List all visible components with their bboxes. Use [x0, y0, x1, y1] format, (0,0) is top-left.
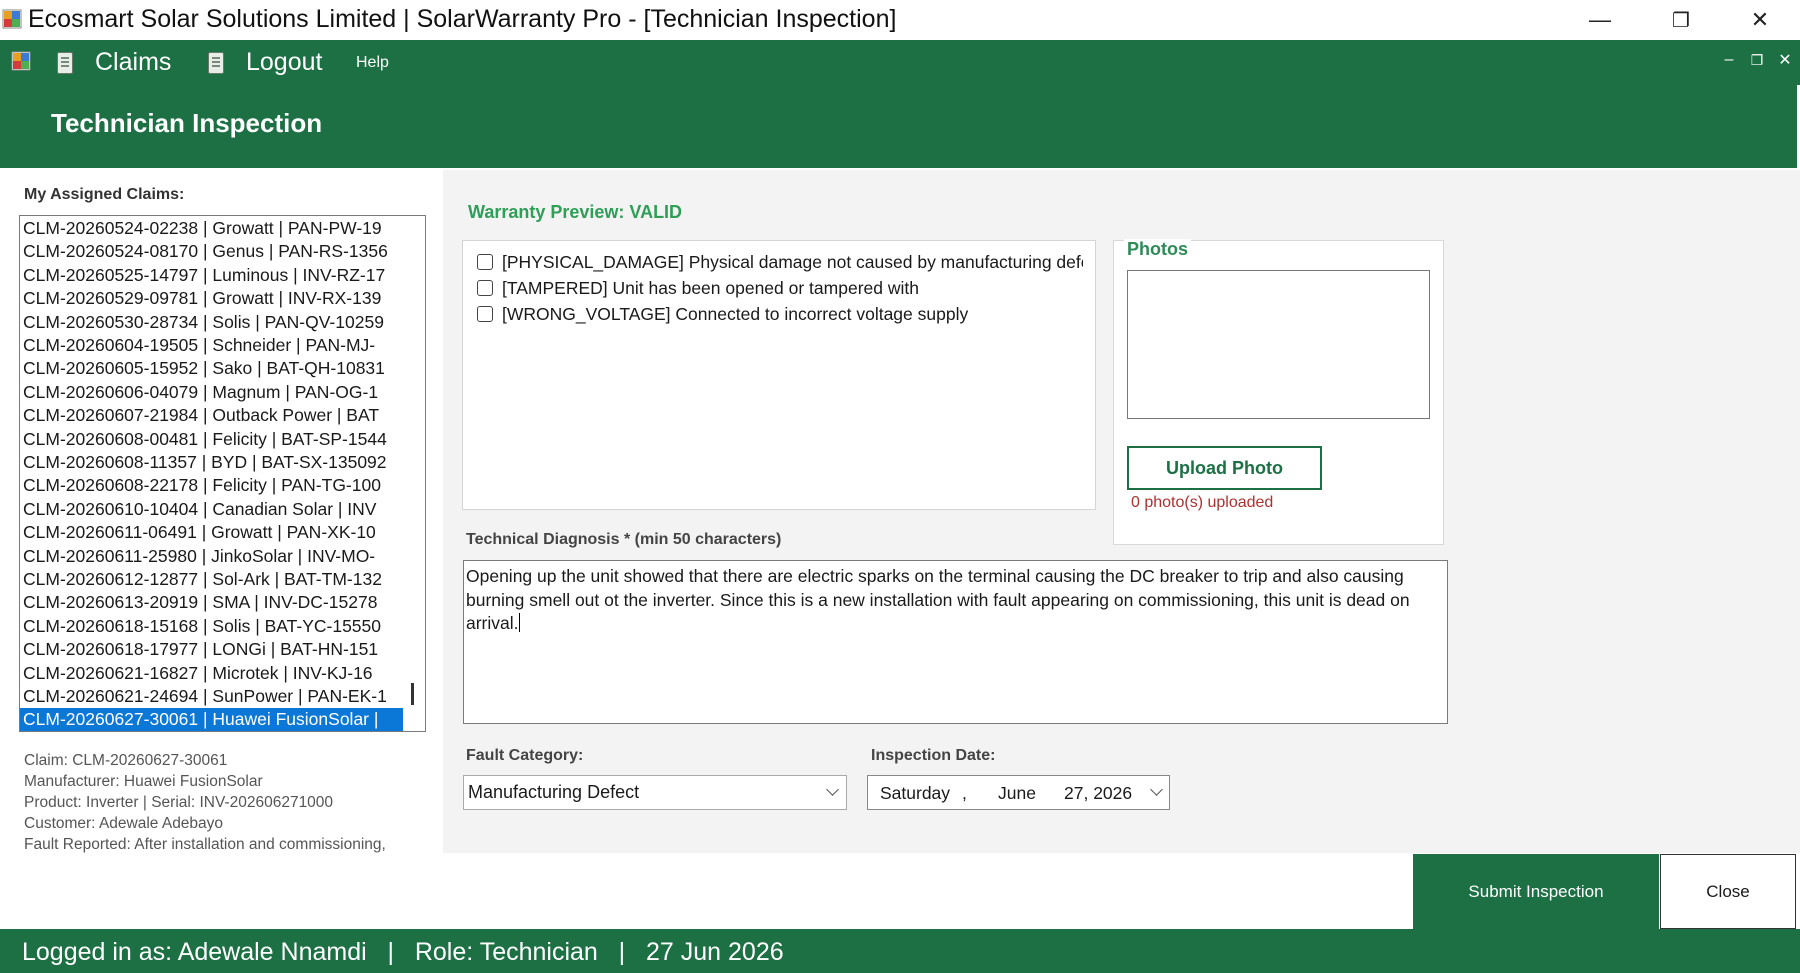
calendar-dropdown-icon[interactable]: [1150, 783, 1163, 796]
minimize-window-button[interactable]: —: [1562, 0, 1638, 40]
diagnosis-text: Opening up the unit showed that there ar…: [466, 566, 1410, 633]
exclusion-condition-item[interactable]: [WRONG_VOLTAGE] Connected to incorrect v…: [477, 302, 968, 326]
warranty-preview: Warranty Preview: VALID: [468, 202, 683, 222]
claim-list-item[interactable]: CLM-20260621-24694 | SunPower | PAN-EK-1: [23, 685, 408, 708]
claim-list-item[interactable]: CLM-20260525-14797 | Luminous | INV-RZ-1…: [23, 264, 408, 287]
claim-list-item[interactable]: CLM-20260605-15952 | Sako | BAT-QH-10831: [23, 357, 408, 380]
document-icon: [208, 51, 224, 74]
app-icon: [2, 9, 22, 29]
claim-info-manufacturer: Manufacturer: Huawei FusionSolar: [24, 773, 263, 790]
window-title: Ecosmart Solar Solutions Limited | Solar…: [28, 5, 897, 33]
claim-list-item[interactable]: CLM-20260608-11357 | BYD | BAT-SX-135092: [23, 451, 408, 474]
menu-help[interactable]: Help: [356, 40, 389, 85]
claim-list-item[interactable]: CLM-20260608-00481 | Felicity | BAT-SP-1…: [23, 428, 408, 451]
claim-list-item[interactable]: CLM-20260618-17977 | LONGi | BAT-HN-151: [23, 638, 408, 661]
claim-list-item[interactable]: CLM-20260524-02238 | Growatt | PAN-PW-19: [23, 217, 408, 240]
fault-category-value: Manufacturing Defect: [468, 782, 640, 802]
text-cursor: [518, 613, 520, 632]
mdi-restore-button[interactable]: ❐: [1748, 48, 1766, 72]
claim-list-item[interactable]: CLM-20260606-04079 | Magnum | PAN-OG-1: [23, 381, 408, 404]
claim-list-item[interactable]: CLM-20260627-30061 | Huawei FusionSolar …: [20, 708, 403, 731]
menu-logout-label: Logout: [246, 48, 323, 76]
claim-list-item[interactable]: CLM-20260613-20919 | SMA | INV-DC-15278: [23, 591, 408, 614]
photo-count: 0 photo(s) uploaded: [1131, 494, 1274, 511]
exclusion-condition-label: [TAMPERED] Unit has been opened or tampe…: [502, 277, 919, 298]
claim-list-item[interactable]: CLM-20260611-25980 | JinkoSolar | INV-MO…: [23, 545, 408, 568]
restore-window-button[interactable]: ❐: [1643, 0, 1719, 40]
checkbox[interactable]: [477, 306, 493, 322]
claim-list-item[interactable]: CLM-20260524-08170 | Genus | PAN-RS-1356: [23, 240, 408, 263]
fault-category-label: Fault Category:: [466, 747, 584, 764]
mdi-app-icon[interactable]: [11, 51, 31, 76]
claim-list-item[interactable]: CLM-20260604-19505 | Schneider | PAN-MJ-: [23, 334, 408, 357]
list-scrollbar-thumb[interactable]: [411, 683, 414, 705]
exclusion-condition-item[interactable]: [TAMPERED] Unit has been opened or tampe…: [477, 276, 919, 300]
inspection-date-label: Inspection Date:: [871, 747, 996, 764]
exclusion-condition-item[interactable]: [PHYSICAL_DAMAGE] Physical damage not ca…: [477, 250, 1083, 274]
assigned-claims-list[interactable]: CLM-20260524-02238 | Growatt | PAN-PW-19…: [19, 215, 426, 732]
photos-label: Photos: [1124, 239, 1191, 260]
diagnosis-text-wrap: Opening up the unit showed that there ar…: [466, 565, 1442, 636]
date-day[interactable]: Saturday: [880, 783, 950, 804]
claim-list-item[interactable]: CLM-20260610-10404 | Canadian Solar | IN…: [23, 498, 408, 521]
fault-category-select[interactable]: Manufacturing Defect: [463, 775, 847, 810]
claim-list-item[interactable]: CLM-20260608-22178 | Felicity | PAN-TG-1…: [23, 474, 408, 497]
claim-list-item[interactable]: CLM-20260529-09781 | Growatt | INV-RX-13…: [23, 287, 408, 310]
checkbox[interactable]: [477, 254, 493, 270]
close-window-button[interactable]: ✕: [1722, 0, 1798, 40]
date-separator: ,: [962, 783, 967, 803]
claim-list-item[interactable]: CLM-20260618-15168 | Solis | BAT-YC-1555…: [23, 615, 408, 638]
page-title: Technician Inspection: [51, 108, 323, 138]
document-icon: [57, 51, 73, 74]
exclusion-condition-label: [WRONG_VOLTAGE] Connected to incorrect v…: [502, 303, 969, 324]
chevron-down-icon: [826, 783, 839, 796]
claim-list-item[interactable]: CLM-20260530-28734 | Solis | PAN-QV-1025…: [23, 311, 408, 334]
diagnosis-label: Technical Diagnosis * (min 50 characters…: [466, 531, 782, 548]
claim-info-fault: Fault Reported: After installation and c…: [24, 836, 386, 853]
exclusion-conditions-items: [PHYSICAL_DAMAGE] Physical damage not ca…: [470, 250, 1083, 330]
claim-info-id: Claim: CLM-20260627-30061: [24, 752, 228, 769]
menu-claims[interactable]: Claims: [57, 40, 171, 85]
menu-claims-label: Claims: [95, 48, 172, 76]
status-text: Logged in as: Adewale Nnamdi | Role: Tec…: [22, 938, 784, 966]
claim-info-product: Product: Inverter | Serial: INV-20260627…: [24, 794, 334, 811]
mdi-close-button[interactable]: ✕: [1776, 48, 1794, 72]
submit-inspection-button[interactable]: Submit Inspection: [1413, 854, 1659, 929]
photo-preview: [1127, 270, 1430, 419]
date-month[interactable]: June: [998, 783, 1036, 804]
claim-list-item[interactable]: CLM-20260611-06491 | Growatt | PAN-XK-10: [23, 521, 408, 544]
claim-list-item[interactable]: CLM-20260607-21984 | Outback Power | BAT: [23, 404, 408, 427]
date-day-year[interactable]: 27, 2026: [1064, 783, 1132, 804]
upload-photo-button[interactable]: Upload Photo: [1127, 446, 1322, 490]
assigned-claims-label: My Assigned Claims:: [24, 186, 185, 203]
claim-list-item[interactable]: CLM-20260612-12877 | Sol-Ark | BAT-TM-13…: [23, 568, 408, 591]
close-button[interactable]: Close: [1660, 854, 1796, 929]
exclusion-condition-label: [PHYSICAL_DAMAGE] Physical damage not ca…: [502, 251, 1083, 272]
checkbox[interactable]: [477, 280, 493, 296]
menu-logout[interactable]: Logout: [208, 40, 322, 85]
claim-list-item[interactable]: CLM-20260621-16827 | Microtek | INV-KJ-1…: [23, 662, 408, 685]
inspection-date-picker[interactable]: Saturday , June 27, 2026: [867, 775, 1170, 810]
claim-info-customer: Customer: Adewale Adebayo: [24, 815, 224, 832]
mdi-minimize-button[interactable]: –: [1720, 48, 1738, 72]
